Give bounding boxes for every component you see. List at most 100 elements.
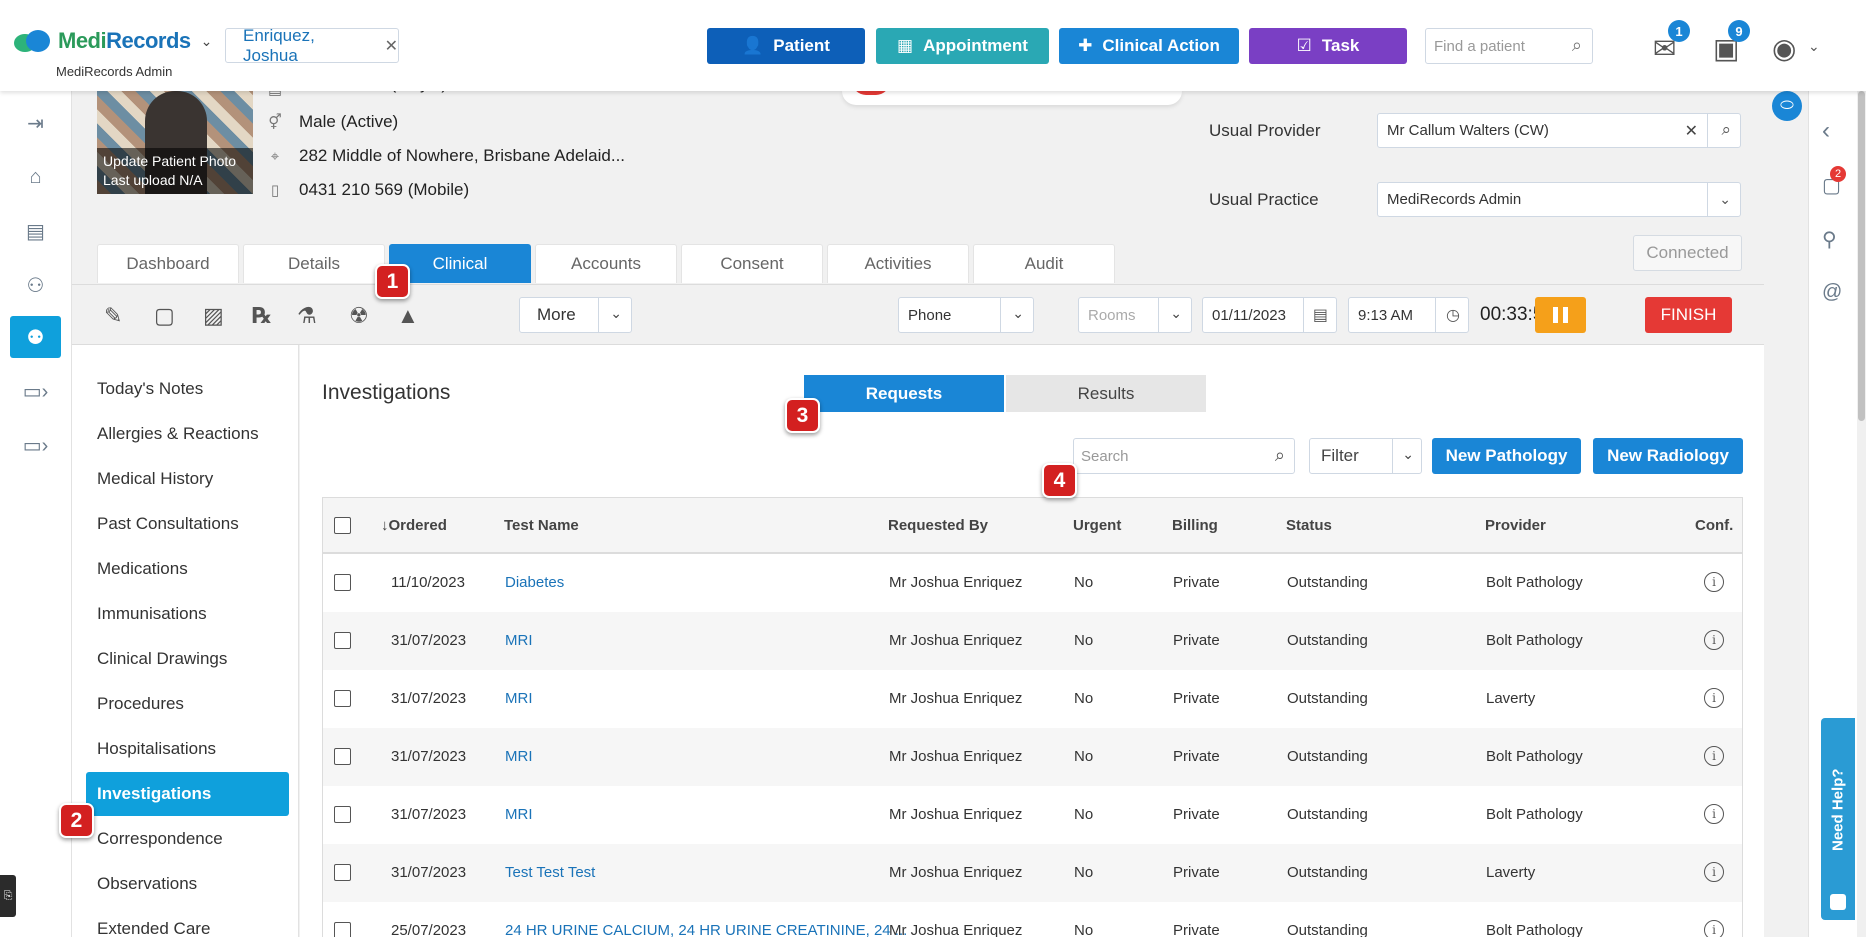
tab-activities[interactable]: Activities bbox=[827, 244, 969, 283]
clock-icon[interactable]: ◷ bbox=[1446, 305, 1460, 325]
chevron-down-icon[interactable]: ⌄ bbox=[1719, 191, 1731, 208]
test-name-link[interactable]: MRI bbox=[505, 748, 533, 765]
chevron-down-icon[interactable]: ⌄ bbox=[1808, 38, 1820, 55]
select-all-checkbox[interactable] bbox=[334, 517, 351, 534]
tab-accounts[interactable]: Accounts bbox=[535, 244, 677, 283]
table-row[interactable]: 25/07/2023 24 HR URINE CALCIUM, 24 HR URI… bbox=[323, 902, 1742, 937]
col-provider[interactable]: Provider bbox=[1485, 517, 1546, 534]
row-checkbox[interactable] bbox=[334, 806, 351, 823]
tab-dashboard[interactable]: Dashboard bbox=[97, 244, 239, 283]
side-drawer-handle[interactable]: ⎘ bbox=[0, 875, 16, 917]
table-row[interactable]: 31/07/2023 MRI Mr Joshua Enriquez No Private… bbox=[323, 786, 1742, 844]
col-requested-by[interactable]: Requested By bbox=[888, 517, 988, 534]
new-radiology-button[interactable]: New Radiology bbox=[1593, 438, 1743, 474]
users-icon[interactable]: ⚇ bbox=[10, 264, 61, 306]
patients-icon[interactable]: ⚉ bbox=[10, 316, 61, 358]
patient-photo[interactable]: Update Patient Photo Last upload N/A bbox=[97, 91, 253, 194]
info-icon[interactable]: i bbox=[1704, 746, 1724, 766]
nav-correspondence[interactable]: Correspondence bbox=[86, 817, 289, 861]
test-name-link[interactable]: 24 HR URINE CALCIUM, 24 HR URINE CREATIN… bbox=[505, 922, 907, 937]
info-icon[interactable]: i bbox=[1704, 862, 1724, 882]
row-checkbox[interactable] bbox=[334, 632, 351, 649]
finish-button[interactable]: FINISH bbox=[1645, 297, 1732, 333]
nav-todays-notes[interactable]: Today's Notes bbox=[86, 367, 289, 411]
row-checkbox[interactable] bbox=[334, 864, 351, 881]
test-name-link[interactable]: Diabetes bbox=[505, 574, 564, 591]
need-help-widget[interactable]: Need Help? bbox=[1821, 718, 1855, 920]
table-row[interactable]: 31/07/2023 MRI Mr Joshua Enriquez No Private… bbox=[323, 670, 1742, 728]
col-ordered[interactable]: ↓Ordered bbox=[381, 517, 447, 534]
nav-clinical-drawings[interactable]: Clinical Drawings bbox=[86, 637, 289, 681]
search-icon[interactable]: ⌕ bbox=[1275, 445, 1285, 466]
info-icon[interactable]: i bbox=[1704, 688, 1724, 708]
search-icon[interactable]: ⌕ bbox=[1572, 35, 1582, 56]
nav-observations[interactable]: Observations bbox=[86, 862, 289, 906]
date-field[interactable]: 01/11/2023 ▤ bbox=[1202, 297, 1337, 333]
time-field[interactable]: 9:13 AM ◷ bbox=[1348, 297, 1469, 333]
connected-button[interactable]: Connected bbox=[1633, 235, 1742, 271]
tab-clinical[interactable]: Clinical bbox=[389, 244, 531, 283]
tab-audit[interactable]: Audit bbox=[973, 244, 1115, 283]
active-patient-chip[interactable]: Enriquez, Joshua ✕ bbox=[225, 26, 399, 65]
expand-menu-icon[interactable]: ⇥ bbox=[10, 102, 61, 144]
calendar-icon[interactable]: ▤ bbox=[1313, 305, 1328, 325]
user-avatar-icon[interactable]: ◉ bbox=[1772, 32, 1796, 65]
usual-provider-field[interactable]: Mr Callum Walters (CW) ✕ ⌕ bbox=[1377, 113, 1741, 148]
info-icon[interactable]: i bbox=[1704, 630, 1724, 650]
row-checkbox[interactable] bbox=[334, 690, 351, 707]
clinical-action-button[interactable]: ✚ Clinical Action bbox=[1059, 28, 1239, 64]
row-checkbox[interactable] bbox=[334, 748, 351, 765]
investigations-search-input[interactable]: Search ⌕ bbox=[1073, 438, 1295, 474]
radiology-icon[interactable]: ☢ bbox=[349, 303, 369, 329]
page-scrollbar[interactable] bbox=[1857, 91, 1866, 937]
test-name-link[interactable]: MRI bbox=[505, 806, 533, 823]
nav-medications[interactable]: Medications bbox=[86, 547, 289, 591]
edit-note-icon[interactable]: ✎ bbox=[104, 303, 122, 329]
search-icon[interactable]: ⌕ bbox=[1721, 120, 1731, 140]
new-pathology-button[interactable]: New Pathology bbox=[1432, 438, 1581, 474]
nav-procedures[interactable]: Procedures bbox=[86, 682, 289, 726]
home-icon[interactable]: ⌂ bbox=[10, 156, 61, 198]
document-icon[interactable]: ▢ bbox=[154, 303, 175, 329]
tag-icon[interactable]: ⬭ bbox=[1772, 91, 1802, 121]
nav-extended-care[interactable]: Extended Care bbox=[86, 907, 289, 937]
find-patient-input[interactable]: Find a patient ⌕ bbox=[1425, 28, 1593, 64]
test-name-link[interactable]: Test Test Test bbox=[505, 864, 595, 881]
info-icon[interactable]: i bbox=[1704, 572, 1724, 592]
pin-icon[interactable]: ⚲ bbox=[1822, 227, 1837, 252]
nav-medical-history[interactable]: Medical History bbox=[86, 457, 289, 501]
chart-icon[interactable]: ▨ bbox=[203, 303, 224, 329]
chevron-down-icon[interactable]: ⌄ bbox=[1402, 446, 1414, 463]
folder-icon[interactable]: ▭› bbox=[10, 370, 61, 412]
col-billing[interactable]: Billing bbox=[1172, 517, 1218, 534]
info-icon[interactable]: i bbox=[1704, 804, 1724, 824]
table-row[interactable]: 31/07/2023 MRI Mr Joshua Enriquez No Private… bbox=[323, 612, 1742, 670]
tab-details[interactable]: Details bbox=[243, 244, 385, 283]
nav-allergies[interactable]: Allergies & Reactions bbox=[86, 412, 289, 456]
table-row[interactable]: 31/07/2023 Test Test Test Mr Joshua Enriqu… bbox=[323, 844, 1742, 902]
appointment-button[interactable]: ▦ Appointment bbox=[876, 28, 1049, 64]
pathology-icon[interactable]: ⚗ bbox=[297, 303, 317, 329]
col-conf[interactable]: Conf. bbox=[1695, 517, 1733, 534]
tab-consent[interactable]: Consent bbox=[681, 244, 823, 283]
nav-investigations[interactable]: Investigations bbox=[86, 772, 289, 816]
chevron-down-icon[interactable]: ⌄ bbox=[201, 33, 213, 50]
photo-caption[interactable]: Update Patient Photo Last upload N/A bbox=[97, 148, 253, 194]
row-checkbox[interactable] bbox=[334, 574, 351, 591]
prescription-icon[interactable]: ℞ bbox=[252, 303, 272, 329]
usual-practice-select[interactable]: MediRecords Admin ⌄ bbox=[1377, 182, 1741, 217]
segment-requests[interactable]: Requests bbox=[804, 375, 1004, 412]
col-test-name[interactable]: Test Name bbox=[504, 517, 579, 534]
chevron-down-icon[interactable]: ⌄ bbox=[1170, 305, 1182, 322]
nav-immunisations[interactable]: Immunisations bbox=[86, 592, 289, 636]
col-urgent[interactable]: Urgent bbox=[1073, 517, 1121, 534]
chevron-left-icon[interactable]: ‹ bbox=[1822, 117, 1830, 145]
clear-icon[interactable]: ✕ bbox=[1685, 121, 1698, 141]
filter-select[interactable]: Filter ⌄ bbox=[1309, 438, 1422, 474]
channel-select[interactable]: Phone ⌄ bbox=[898, 297, 1034, 333]
nav-past-consultations[interactable]: Past Consultations bbox=[86, 502, 289, 546]
education-icon[interactable]: ▲ bbox=[397, 303, 419, 329]
chevron-down-icon[interactable]: ⌄ bbox=[1012, 305, 1024, 322]
test-name-link[interactable]: MRI bbox=[505, 690, 533, 707]
table-row[interactable]: 11/10/2023 Diabetes Mr Joshua Enriquez No Pr… bbox=[323, 554, 1742, 612]
